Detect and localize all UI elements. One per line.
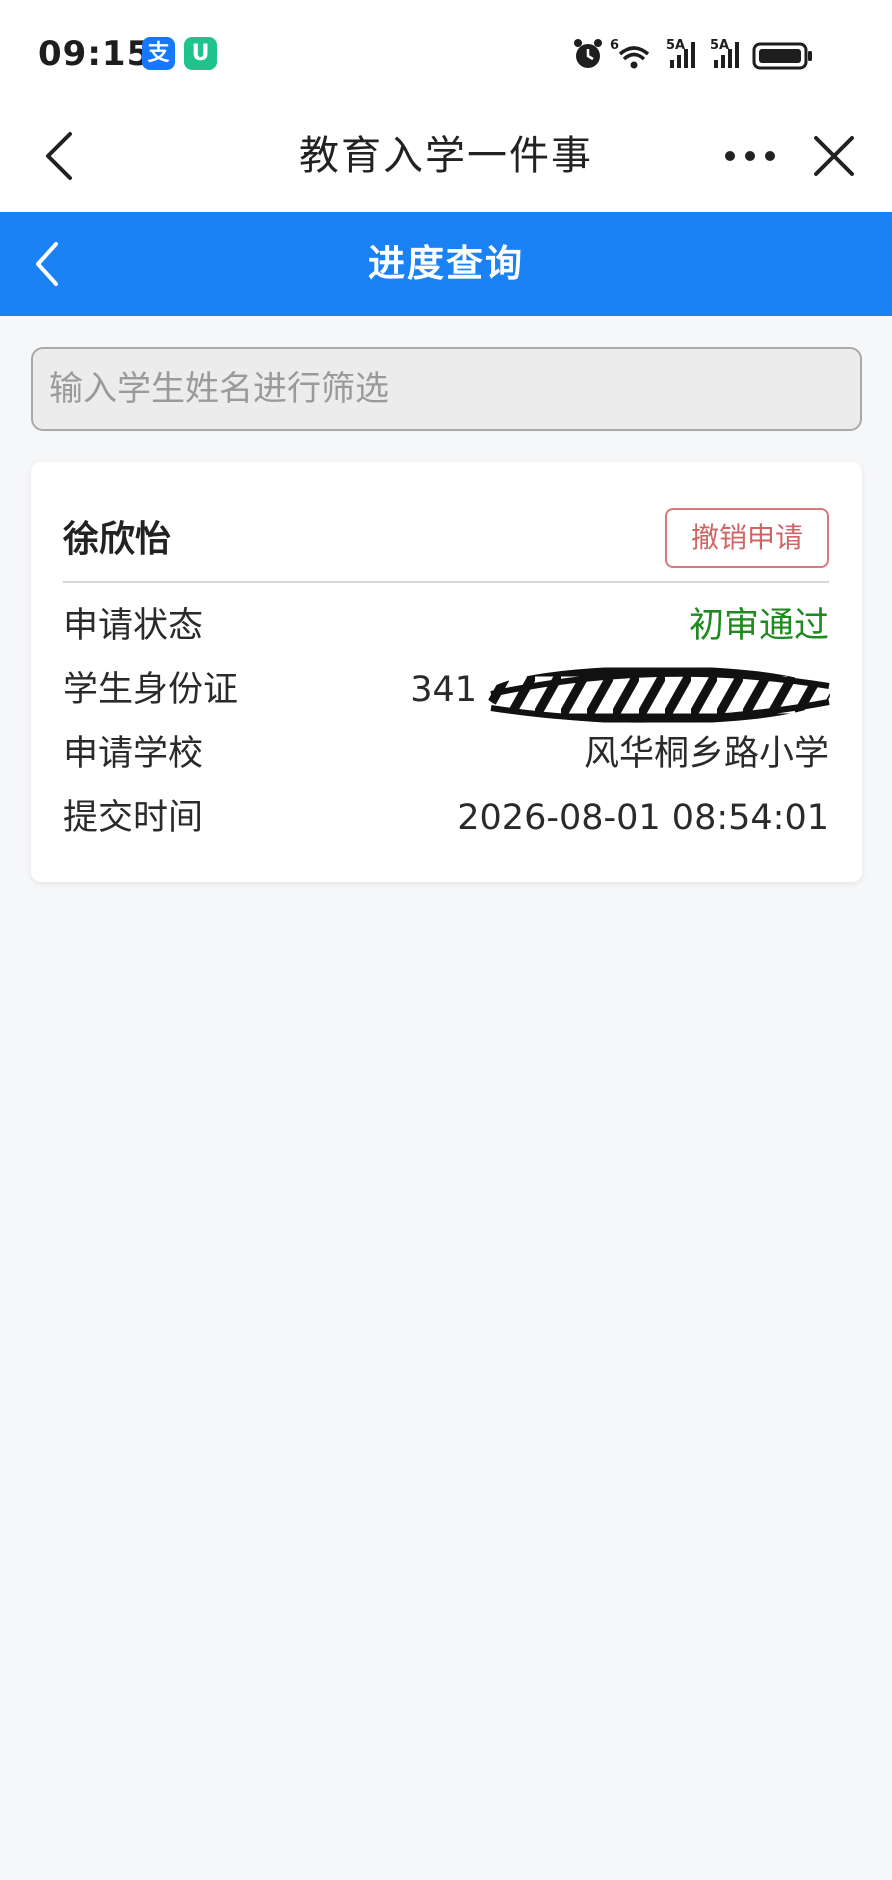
school-value: 风华桐乡路小学 [583, 734, 829, 774]
battery-icon [752, 42, 812, 70]
shield-app-icon: U [184, 37, 217, 70]
status-badge: 初审通过 [688, 606, 829, 646]
chevron-left-icon [36, 242, 58, 286]
row-label: 申请学校 [63, 734, 204, 774]
close-icon [814, 136, 854, 176]
status-bar: 09:15 支 U 6 5A 5A [0, 0, 892, 100]
row-label: 申请状态 [63, 606, 204, 646]
info-row-status: 申请状态 初审通过 [63, 598, 829, 654]
row-label: 提交时间 [63, 798, 204, 838]
close-button[interactable] [806, 128, 862, 184]
chevron-left-icon [46, 132, 72, 180]
info-row-id-card: 学生身份证 341 [63, 662, 830, 724]
divider [63, 581, 829, 583]
header-back-button[interactable] [28, 234, 68, 294]
page-header: 进度查询 [0, 212, 892, 316]
student-id-value: 341 [410, 670, 477, 710]
info-row-submit-time: 提交时间 2026-08-01 08:54:01 [63, 790, 829, 846]
alarm-icon [574, 39, 602, 68]
signal-icon-1: 5A [666, 38, 695, 68]
status-time: 09:15 [38, 34, 152, 74]
alipay-icon: 支 [142, 37, 175, 70]
nav-back-button[interactable] [36, 124, 92, 188]
app-nav-bar: 教育入学一件事 [0, 100, 892, 212]
page-title: 进度查询 [368, 242, 524, 285]
cancel-application-button[interactable]: 撤销申请 [665, 508, 829, 568]
svg-text:6: 6 [610, 38, 619, 53]
svg-text:5A: 5A [710, 38, 729, 53]
student-name-filter-input[interactable] [31, 347, 862, 431]
signal-icon-2: 5A [710, 38, 739, 68]
redaction-mark [486, 666, 830, 724]
info-row-school: 申请学校 风华桐乡路小学 [63, 726, 829, 782]
application-card: 徐欣怡 撤销申请 申请状态 初审通过 学生身份证 341 申请学校 风华桐乡路小… [31, 462, 862, 882]
svg-text:5A: 5A [666, 38, 685, 53]
more-dots-icon [725, 151, 775, 161]
more-button[interactable] [720, 130, 780, 182]
submit-time-value: 2026-08-01 08:54:01 [457, 798, 829, 838]
wifi-icon: 6 [610, 38, 650, 69]
student-name: 徐欣怡 [63, 519, 172, 560]
row-label: 学生身份证 [63, 670, 239, 710]
status-icons: 6 5A 5A [572, 36, 852, 72]
